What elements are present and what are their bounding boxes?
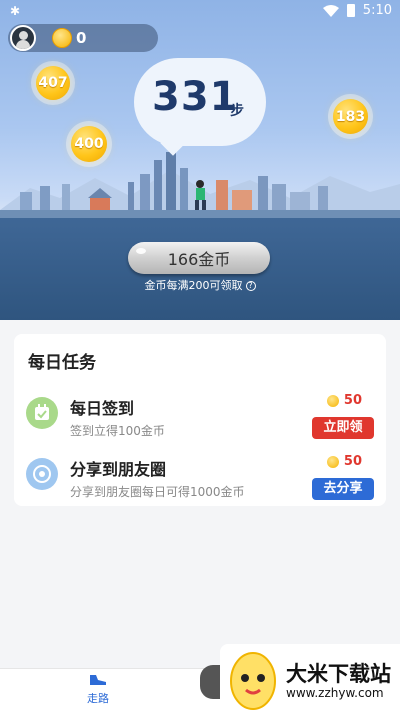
coin-icon [52,28,72,48]
calendar-icon [26,397,58,429]
step-unit: 步 [230,103,244,119]
card-title: 每日任务 [28,353,96,373]
coin-bubble[interactable]: 407 [36,66,70,100]
watermark-title: 大米下载站 [286,662,391,686]
share-button[interactable]: 去分享 [312,478,374,500]
reward-amount: 50 [343,393,362,408]
step-count: 331 [152,74,239,120]
task-reward: 50 [326,393,362,408]
collect-hint: 金币每满200可领取? [0,277,400,293]
daily-tasks-card: 每日任务 每日签到 签到立得100金币 50 立即领 分享到朋友圈 分享到朋友圈… [14,334,386,506]
watermark: 大米下载站 www.zzhyw.com [220,644,400,712]
task-item-share: 分享到朋友圈 分享到朋友圈每日可得1000金币 50 去分享 [14,452,386,508]
coin-icon [326,455,339,468]
status-bar: ✱ 5:10 [0,0,400,24]
coin-bubble[interactable]: 183 [333,99,368,134]
collect-hint-text: 金币每满200可领取 [144,279,243,292]
battery-icon [346,4,355,17]
collect-coins-button[interactable]: 166金币 [128,242,270,274]
task-reward: 50 [326,454,362,469]
collect-coins-label: 166金币 [167,250,231,269]
claim-button[interactable]: 立即领 [312,417,374,439]
button-shine [136,248,146,254]
user-coin-pill[interactable]: 0 [8,24,158,52]
tab-walk[interactable]: 走路 [78,673,118,706]
shoe-icon [90,675,106,685]
watermark-url: www.zzhyw.com [286,686,384,700]
step-counter: 331 步 [134,58,266,146]
user-coin-count: 0 [76,29,87,47]
task-desc: 分享到朋友圈每日可得1000金币 [70,485,245,499]
task-name: 分享到朋友圈 [70,460,167,479]
task-item-checkin: 每日签到 签到立得100金币 50 立即领 [14,391,386,447]
notification-icon: ✱ [10,4,21,18]
task-desc: 签到立得100金币 [70,424,165,438]
task-name: 每日签到 [70,399,135,418]
watermark-logo [230,652,276,710]
tab-walk-label: 走路 [87,692,109,705]
reward-amount: 50 [343,454,362,469]
status-time: 5:10 [362,3,392,18]
help-icon[interactable]: ? [245,281,256,291]
camera-aperture-icon [26,458,58,490]
avatar[interactable] [10,25,36,51]
wifi-icon [322,4,339,17]
coin-icon [326,394,339,407]
coin-bubble[interactable]: 400 [71,126,107,162]
